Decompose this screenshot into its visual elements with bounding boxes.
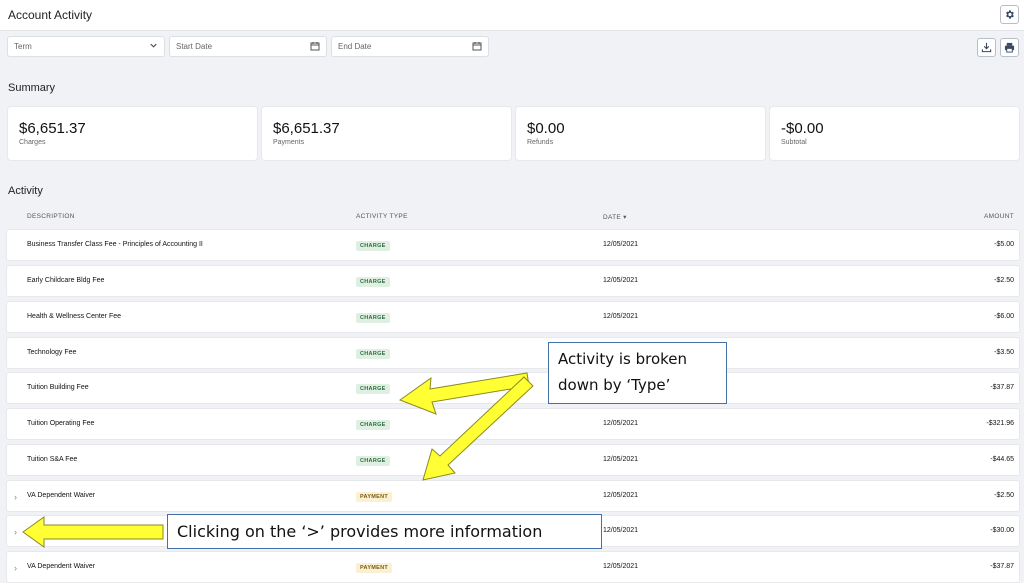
end-date-placeholder: End Date bbox=[338, 42, 372, 51]
card-amount: $0.00 bbox=[527, 120, 565, 137]
card-amount: $6,651.37 bbox=[273, 120, 340, 137]
expand-chevron-icon[interactable]: › bbox=[14, 563, 17, 573]
activity-type-badge: PAYMENT bbox=[356, 492, 393, 502]
row-amount: -$3.50 bbox=[994, 349, 1014, 356]
download-icon bbox=[981, 42, 992, 53]
start-date-placeholder: Start Date bbox=[176, 42, 213, 51]
table-row: Early Childcare Bldg Fee CHARGE 12/05/2021… bbox=[7, 266, 1019, 296]
end-date-field[interactable]: End Date bbox=[331, 36, 489, 57]
summary-card-refunds: $0.00 Refunds bbox=[516, 107, 765, 160]
page-header: Account Activity bbox=[0, 0, 1024, 31]
table-row: Business Transfer Class Fee - Principles… bbox=[7, 230, 1019, 260]
row-amount: -$2.50 bbox=[994, 492, 1014, 499]
table-row: Tuition Building Fee CHARGE -$37.87 bbox=[7, 373, 1019, 403]
settings-button[interactable] bbox=[1000, 5, 1019, 24]
row-date: 12/05/2021 bbox=[603, 420, 639, 427]
row-description: VA Dependent Waiver bbox=[27, 563, 96, 570]
chevron-down-icon bbox=[150, 43, 157, 48]
row-date: 12/05/2021 bbox=[603, 313, 639, 320]
column-header-activity-type[interactable]: ACTIVITY TYPE bbox=[356, 213, 408, 220]
table-row: Tuition S&A Fee CHARGE 12/05/2021 -$44.65 bbox=[7, 445, 1019, 475]
row-date: 12/05/2021 bbox=[603, 456, 639, 463]
activity-type-badge: PAYMENT bbox=[356, 563, 393, 573]
row-description: Tuition Operating Fee bbox=[27, 420, 95, 427]
row-amount: -$44.65 bbox=[990, 456, 1014, 463]
row-amount: -$2.50 bbox=[994, 277, 1014, 284]
activity-type-badge: CHARGE bbox=[356, 456, 390, 466]
summary-card-charges: $6,651.37 Charges bbox=[8, 107, 257, 160]
row-amount: -$6.00 bbox=[994, 313, 1014, 320]
table-row: Health & Wellness Center Fee CHARGE 12/05/… bbox=[7, 302, 1019, 332]
expand-chevron-icon[interactable]: › bbox=[14, 527, 17, 537]
row-description: Tuition Building Fee bbox=[27, 384, 89, 391]
row-date: 12/05/2021 bbox=[603, 241, 639, 248]
summary-card-subtotal: -$0.00 Subtotal bbox=[770, 107, 1019, 160]
summary-card-payments: $6,651.37 Payments bbox=[262, 107, 511, 160]
expand-chevron-icon[interactable]: › bbox=[14, 492, 17, 502]
row-amount: -$321.96 bbox=[986, 420, 1014, 427]
type-callout: Activity is broken down by ‘Type’ bbox=[548, 342, 727, 404]
row-description: Health & Wellness Center Fee bbox=[27, 313, 122, 320]
table-row: Tuition Operating Fee CHARGE 12/05/2021 -$3… bbox=[7, 409, 1019, 439]
table-row[interactable]: › VA Dependent Waiver PAYMENT 12/05/2021 -$3… bbox=[7, 552, 1019, 582]
term-placeholder: Term bbox=[14, 42, 32, 51]
row-amount: -$5.00 bbox=[994, 241, 1014, 248]
row-description: Tuition S&A Fee bbox=[27, 456, 78, 463]
card-amount: $6,651.37 bbox=[19, 120, 86, 137]
download-button[interactable] bbox=[977, 38, 996, 57]
card-label: Charges bbox=[19, 139, 46, 146]
term-select[interactable]: Term bbox=[7, 36, 165, 57]
row-date: 12/05/2021 bbox=[603, 277, 639, 284]
activity-heading: Activity bbox=[8, 185, 43, 197]
card-label: Refunds bbox=[527, 139, 554, 146]
row-date: 12/05/2021 bbox=[603, 563, 639, 570]
column-header-description[interactable]: DESCRIPTION bbox=[27, 213, 75, 220]
page-title: Account Activity bbox=[8, 8, 93, 22]
table-row: Technology Fee CHARGE -$3.50 bbox=[7, 338, 1019, 368]
activity-type-badge: CHARGE bbox=[356, 384, 390, 394]
card-label: Payments bbox=[273, 139, 305, 146]
column-header-date[interactable]: DATE ▾ bbox=[603, 213, 627, 221]
column-header-amount[interactable]: AMOUNT bbox=[984, 213, 1014, 220]
calendar-icon[interactable] bbox=[310, 41, 320, 51]
row-amount: -$37.87 bbox=[990, 563, 1014, 570]
print-icon bbox=[1004, 42, 1015, 53]
summary-heading: Summary bbox=[8, 82, 56, 94]
activity-type-badge: CHARGE bbox=[356, 241, 390, 251]
row-description: Business Transfer Class Fee - Principles… bbox=[27, 241, 203, 248]
calendar-icon[interactable] bbox=[472, 41, 482, 51]
row-date: 12/05/2021 bbox=[603, 492, 639, 499]
card-label: Subtotal bbox=[781, 139, 807, 146]
row-date: 12/05/2021 bbox=[603, 527, 639, 534]
card-amount: -$0.00 bbox=[781, 120, 824, 137]
table-row[interactable]: › VA Dependent Waiver PAYMENT 12/05/2021 -$2… bbox=[7, 481, 1019, 511]
chevron-callout: Clicking on the ‘>’ provides more inform… bbox=[167, 514, 602, 549]
activity-type-badge: CHARGE bbox=[356, 277, 390, 287]
activity-type-badge: CHARGE bbox=[356, 349, 390, 359]
row-amount: -$37.87 bbox=[990, 384, 1014, 391]
row-description: Early Childcare Bldg Fee bbox=[27, 277, 105, 284]
row-description: Technology Fee bbox=[27, 349, 77, 356]
activity-type-badge: CHARGE bbox=[356, 313, 390, 323]
start-date-field[interactable]: Start Date bbox=[169, 36, 327, 57]
row-description: VA Dependent Waiver bbox=[27, 492, 96, 499]
print-button[interactable] bbox=[1000, 38, 1019, 57]
gear-icon bbox=[1006, 10, 1014, 19]
activity-type-badge: CHARGE bbox=[356, 420, 390, 430]
row-amount: -$30.00 bbox=[990, 527, 1014, 534]
